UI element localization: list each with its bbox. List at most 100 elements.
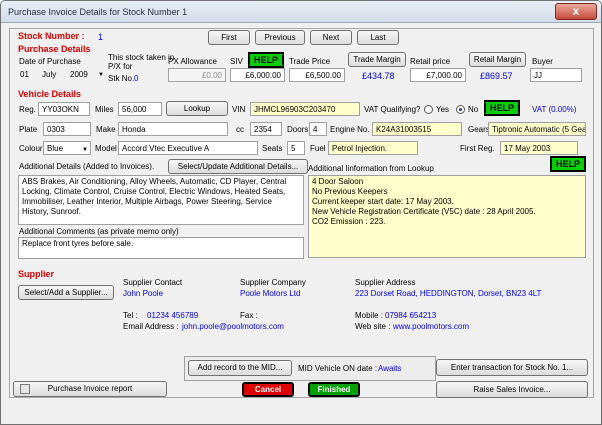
- reg-label: Reg.: [19, 105, 36, 114]
- vin-field[interactable]: JHMCL96903C203470: [250, 102, 360, 116]
- mid-date-label: MID Vehicle ON date :: [298, 364, 378, 373]
- siv-label: SIV: [230, 57, 243, 66]
- lookup-info-line: CO2 Emission : 223.: [312, 217, 386, 226]
- next-button[interactable]: Next: [310, 30, 352, 45]
- last-button[interactable]: Last: [357, 30, 399, 45]
- date-of-purchase-picker[interactable]: 01 July 2009 ▼: [18, 68, 106, 82]
- px-allowance-field: £0.00: [168, 68, 226, 82]
- select-additional-details-button[interactable]: Select/Update Additional Details...: [168, 159, 308, 174]
- cancel-button[interactable]: Cancel: [242, 382, 294, 397]
- additional-comments-field[interactable]: Replace front tyres before sale.: [18, 237, 304, 259]
- make-label: Make: [96, 125, 116, 134]
- vin-label: VIN: [232, 105, 246, 114]
- stock-number-value: 1: [98, 32, 104, 42]
- fuel-field[interactable]: Petrol Injection.: [328, 141, 418, 155]
- first-button[interactable]: First: [208, 30, 250, 45]
- trade-price-field[interactable]: £6,500.00: [289, 68, 345, 82]
- vat-yes-label: Yes: [436, 105, 450, 114]
- first-reg-field[interactable]: 17 May 2003: [500, 141, 578, 155]
- reg-field[interactable]: YY03OKN: [38, 102, 90, 116]
- raise-sales-invoice-button[interactable]: Raise Sales Invoice...: [436, 381, 588, 398]
- retail-price-label: Retail price: [410, 57, 451, 66]
- plate-field[interactable]: 0303: [43, 122, 91, 136]
- purchase-day[interactable]: 01: [20, 70, 29, 79]
- engine-no-field[interactable]: K24A31003515: [372, 122, 462, 136]
- website-label: Web site :: [355, 322, 391, 331]
- vat-no-radio[interactable]: [456, 105, 465, 114]
- lookup-info-line: New Vehicle Registration Certificate (V5…: [312, 207, 536, 216]
- purchase-month[interactable]: July: [42, 70, 56, 79]
- enter-transaction-button[interactable]: Enter transaction for Stock No. 1...: [436, 359, 588, 376]
- buyer-label: Buyer: [532, 57, 553, 66]
- printer-icon: [20, 384, 30, 394]
- miles-field[interactable]: 56,000: [118, 102, 162, 116]
- select-supplier-button[interactable]: Select/Add a Supplier...: [18, 285, 114, 300]
- title-bar: Purchase Invoice Details for Stock Numbe…: [1, 1, 601, 23]
- additional-details-text[interactable]: ABS Brakes, Air Conditioning, Alloy Whee…: [18, 175, 304, 225]
- website-value[interactable]: www.poolmotors.com: [393, 322, 469, 331]
- purchase-year[interactable]: 2009: [70, 70, 88, 79]
- px-allowance-label: PX Allowance: [168, 57, 217, 66]
- colour-dropdown[interactable]: Blue ▼: [43, 141, 91, 155]
- purchase-invoice-report-button[interactable]: Purchase Invoice report: [13, 381, 167, 397]
- make-field[interactable]: Honda: [118, 122, 228, 136]
- siv-field[interactable]: £6,000.00: [230, 68, 285, 82]
- chevron-down-icon[interactable]: ▼: [82, 145, 88, 154]
- miles-label: Miles: [95, 105, 114, 114]
- lookup-help-button[interactable]: HELP: [550, 156, 586, 172]
- vehicle-details-heading: Vehicle Details: [18, 89, 82, 99]
- tel-label: Tel :: [123, 311, 138, 320]
- finished-button[interactable]: Finished: [308, 382, 360, 397]
- supplier-address-value: 223 Dorset Road, HEDDINGTON, Dorset, BN2…: [355, 289, 542, 298]
- engine-no-label: Engine No.: [330, 125, 370, 134]
- model-label: Model: [95, 144, 117, 153]
- form-panel: Stock Number : 1 First Previous Next Las…: [9, 28, 594, 398]
- retail-margin-button[interactable]: Retail Margin: [469, 52, 526, 67]
- purchase-invoice-window: Purchase Invoice Details for Stock Numbe…: [0, 0, 602, 425]
- gears-field[interactable]: Tiptronic Automatic (5 Gears): [488, 122, 586, 136]
- model-field[interactable]: Accord Vtec Executive A: [118, 141, 258, 155]
- mobile-value: 07984 654213: [385, 311, 437, 320]
- trade-margin-button[interactable]: Trade Margin: [348, 52, 406, 67]
- mid-date-value: Awaits: [378, 364, 402, 373]
- vat-no-label: No: [468, 105, 479, 114]
- mobile-label: Mobile :: [355, 311, 384, 320]
- email-value[interactable]: john.poole@poolmotors.com: [182, 322, 284, 331]
- siv-help-button[interactable]: HELP: [248, 52, 284, 68]
- lookup-info-line: 4 Door Saloon: [312, 177, 364, 186]
- doors-field[interactable]: 4: [309, 122, 327, 136]
- purchase-details-heading: Purchase Details: [18, 44, 91, 54]
- seats-field[interactable]: 5: [287, 141, 305, 155]
- retail-margin-value: £869.57: [480, 71, 513, 81]
- first-reg-label: First Reg.: [460, 144, 495, 153]
- doors-label: Doors: [287, 125, 309, 134]
- cc-field[interactable]: 2354: [250, 122, 282, 136]
- trade-price-label: Trade Price: [289, 57, 331, 66]
- stock-number-label: Stock Number :: [18, 31, 85, 41]
- previous-button[interactable]: Previous: [255, 30, 305, 45]
- close-button[interactable]: x: [555, 3, 597, 20]
- lookup-info-label: Additional Iinformation from Lookup: [308, 164, 434, 173]
- chevron-down-icon[interactable]: ▼: [98, 72, 104, 78]
- trade-margin-value: £434.78: [362, 71, 395, 81]
- supplier-contact-label: Supplier Contact: [123, 278, 183, 287]
- lookup-button[interactable]: Lookup: [166, 101, 228, 116]
- fax-label: Fax :: [240, 311, 258, 320]
- stk-no-value: 0: [134, 74, 139, 83]
- email-label: Email Address :: [123, 322, 179, 331]
- add-mid-record-button[interactable]: Add record to the MID...: [188, 360, 292, 376]
- buyer-field[interactable]: JJ: [530, 68, 582, 82]
- supplier-address-label: Supplier Address: [355, 278, 416, 287]
- vat-help-button[interactable]: HELP: [484, 100, 520, 116]
- cc-label: cc: [236, 125, 244, 134]
- vat-yes-radio[interactable]: [424, 105, 433, 114]
- date-of-purchase-label: Date of Purchase: [19, 57, 81, 66]
- lookup-info-line: Current keeper start date: 17 May 2003.: [312, 197, 454, 206]
- retail-price-field[interactable]: £7,000.00: [410, 68, 466, 82]
- window-title: Purchase Invoice Details for Stock Numbe…: [8, 7, 188, 17]
- report-button-label: Purchase Invoice report: [47, 384, 133, 393]
- vat-qualifying-label: VAT Qualifying?: [364, 105, 421, 114]
- gears-label: Gears: [468, 125, 490, 134]
- lookup-info-line: No Previous Keepers: [312, 187, 388, 196]
- lookup-info-text: 4 Door Saloon No Previous Keepers Curren…: [308, 175, 586, 258]
